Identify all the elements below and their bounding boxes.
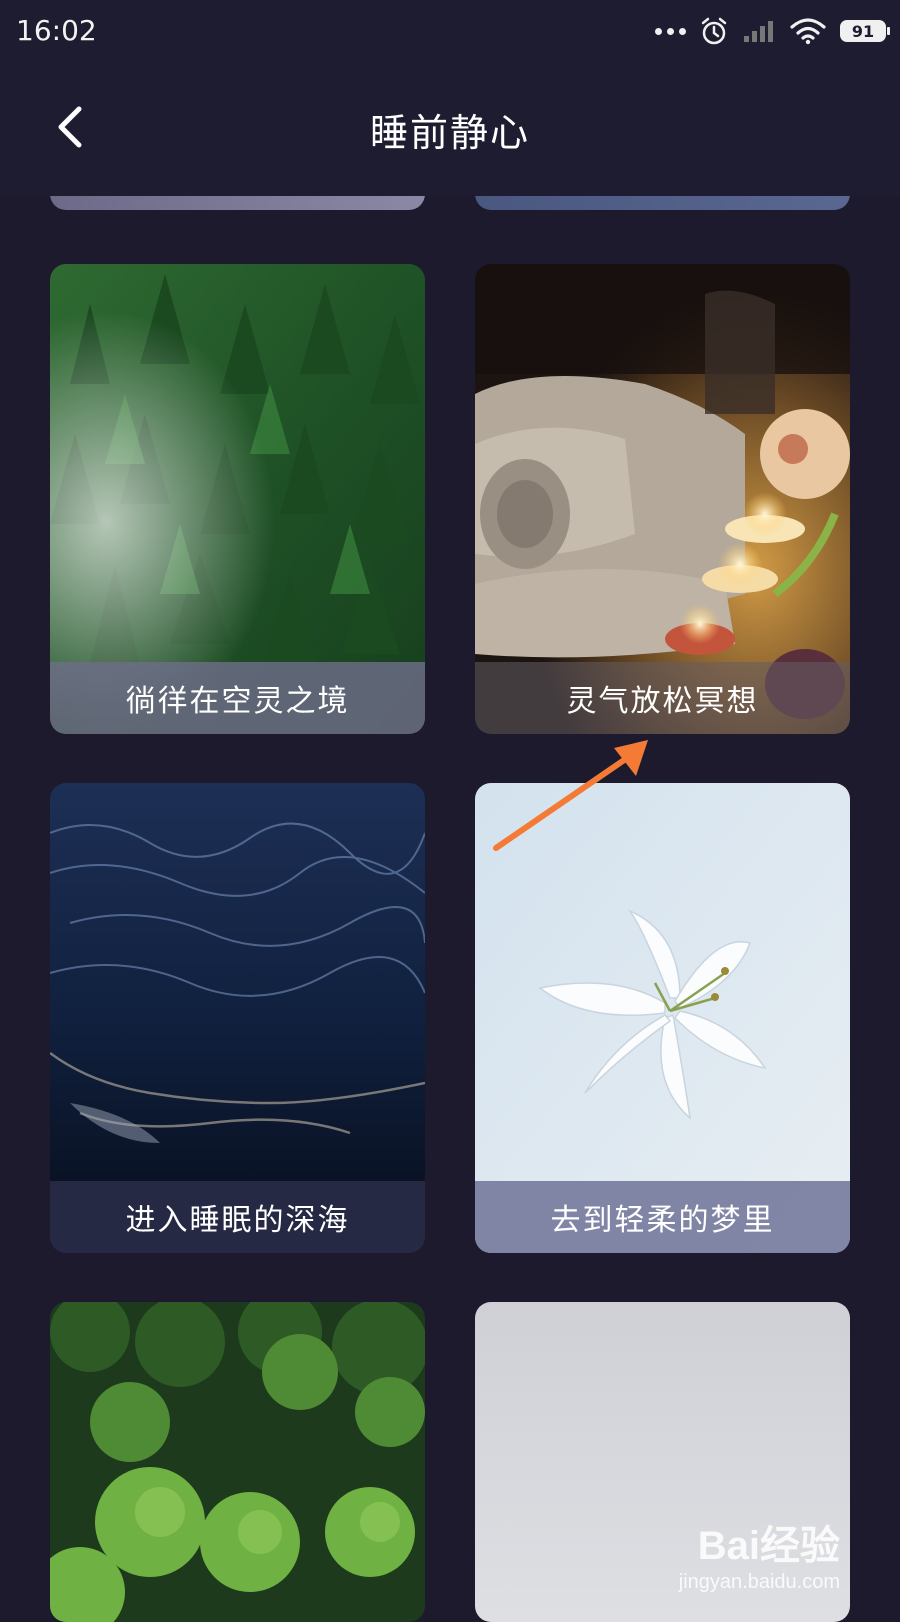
card-caption: 进入睡眠的深海 (50, 1181, 425, 1253)
signal-icon (744, 21, 773, 42)
battery-level: 91 (851, 21, 875, 41)
card-caption: 灵气放松冥想 (475, 662, 850, 734)
card-meditation[interactable]: 徜徉在空灵之境 (50, 264, 425, 734)
watermark-url: jingyan.baidu.com (678, 1571, 840, 1593)
watermark: Bai经验 jingyan.baidu.com (679, 1513, 840, 1594)
status-icons: 91 (655, 14, 890, 48)
battery-icon: 91 (840, 20, 890, 42)
more-dots-icon (655, 27, 686, 35)
page-title: 睡前静心 (369, 111, 530, 155)
card-caption: 去到轻柔的梦里 (475, 1181, 850, 1253)
card-meditation[interactable]: 灵气放松冥想 (475, 264, 850, 734)
card-meditation[interactable]: 进入睡眠的深海 (50, 783, 425, 1253)
watermark-brand: Bai经验 (697, 1524, 840, 1568)
alarm-icon (701, 17, 727, 45)
status-bar: 16:02 91 (0, 0, 900, 62)
card-meditation[interactable] (50, 1302, 425, 1622)
tree-canopy-image (50, 1302, 425, 1622)
header: 睡前静心 (0, 62, 900, 196)
wifi-icon (790, 18, 826, 45)
status-time: 16:02 (16, 14, 97, 47)
card-caption: 徜徉在空灵之境 (50, 662, 425, 734)
annotation-arrow-icon (493, 740, 648, 851)
